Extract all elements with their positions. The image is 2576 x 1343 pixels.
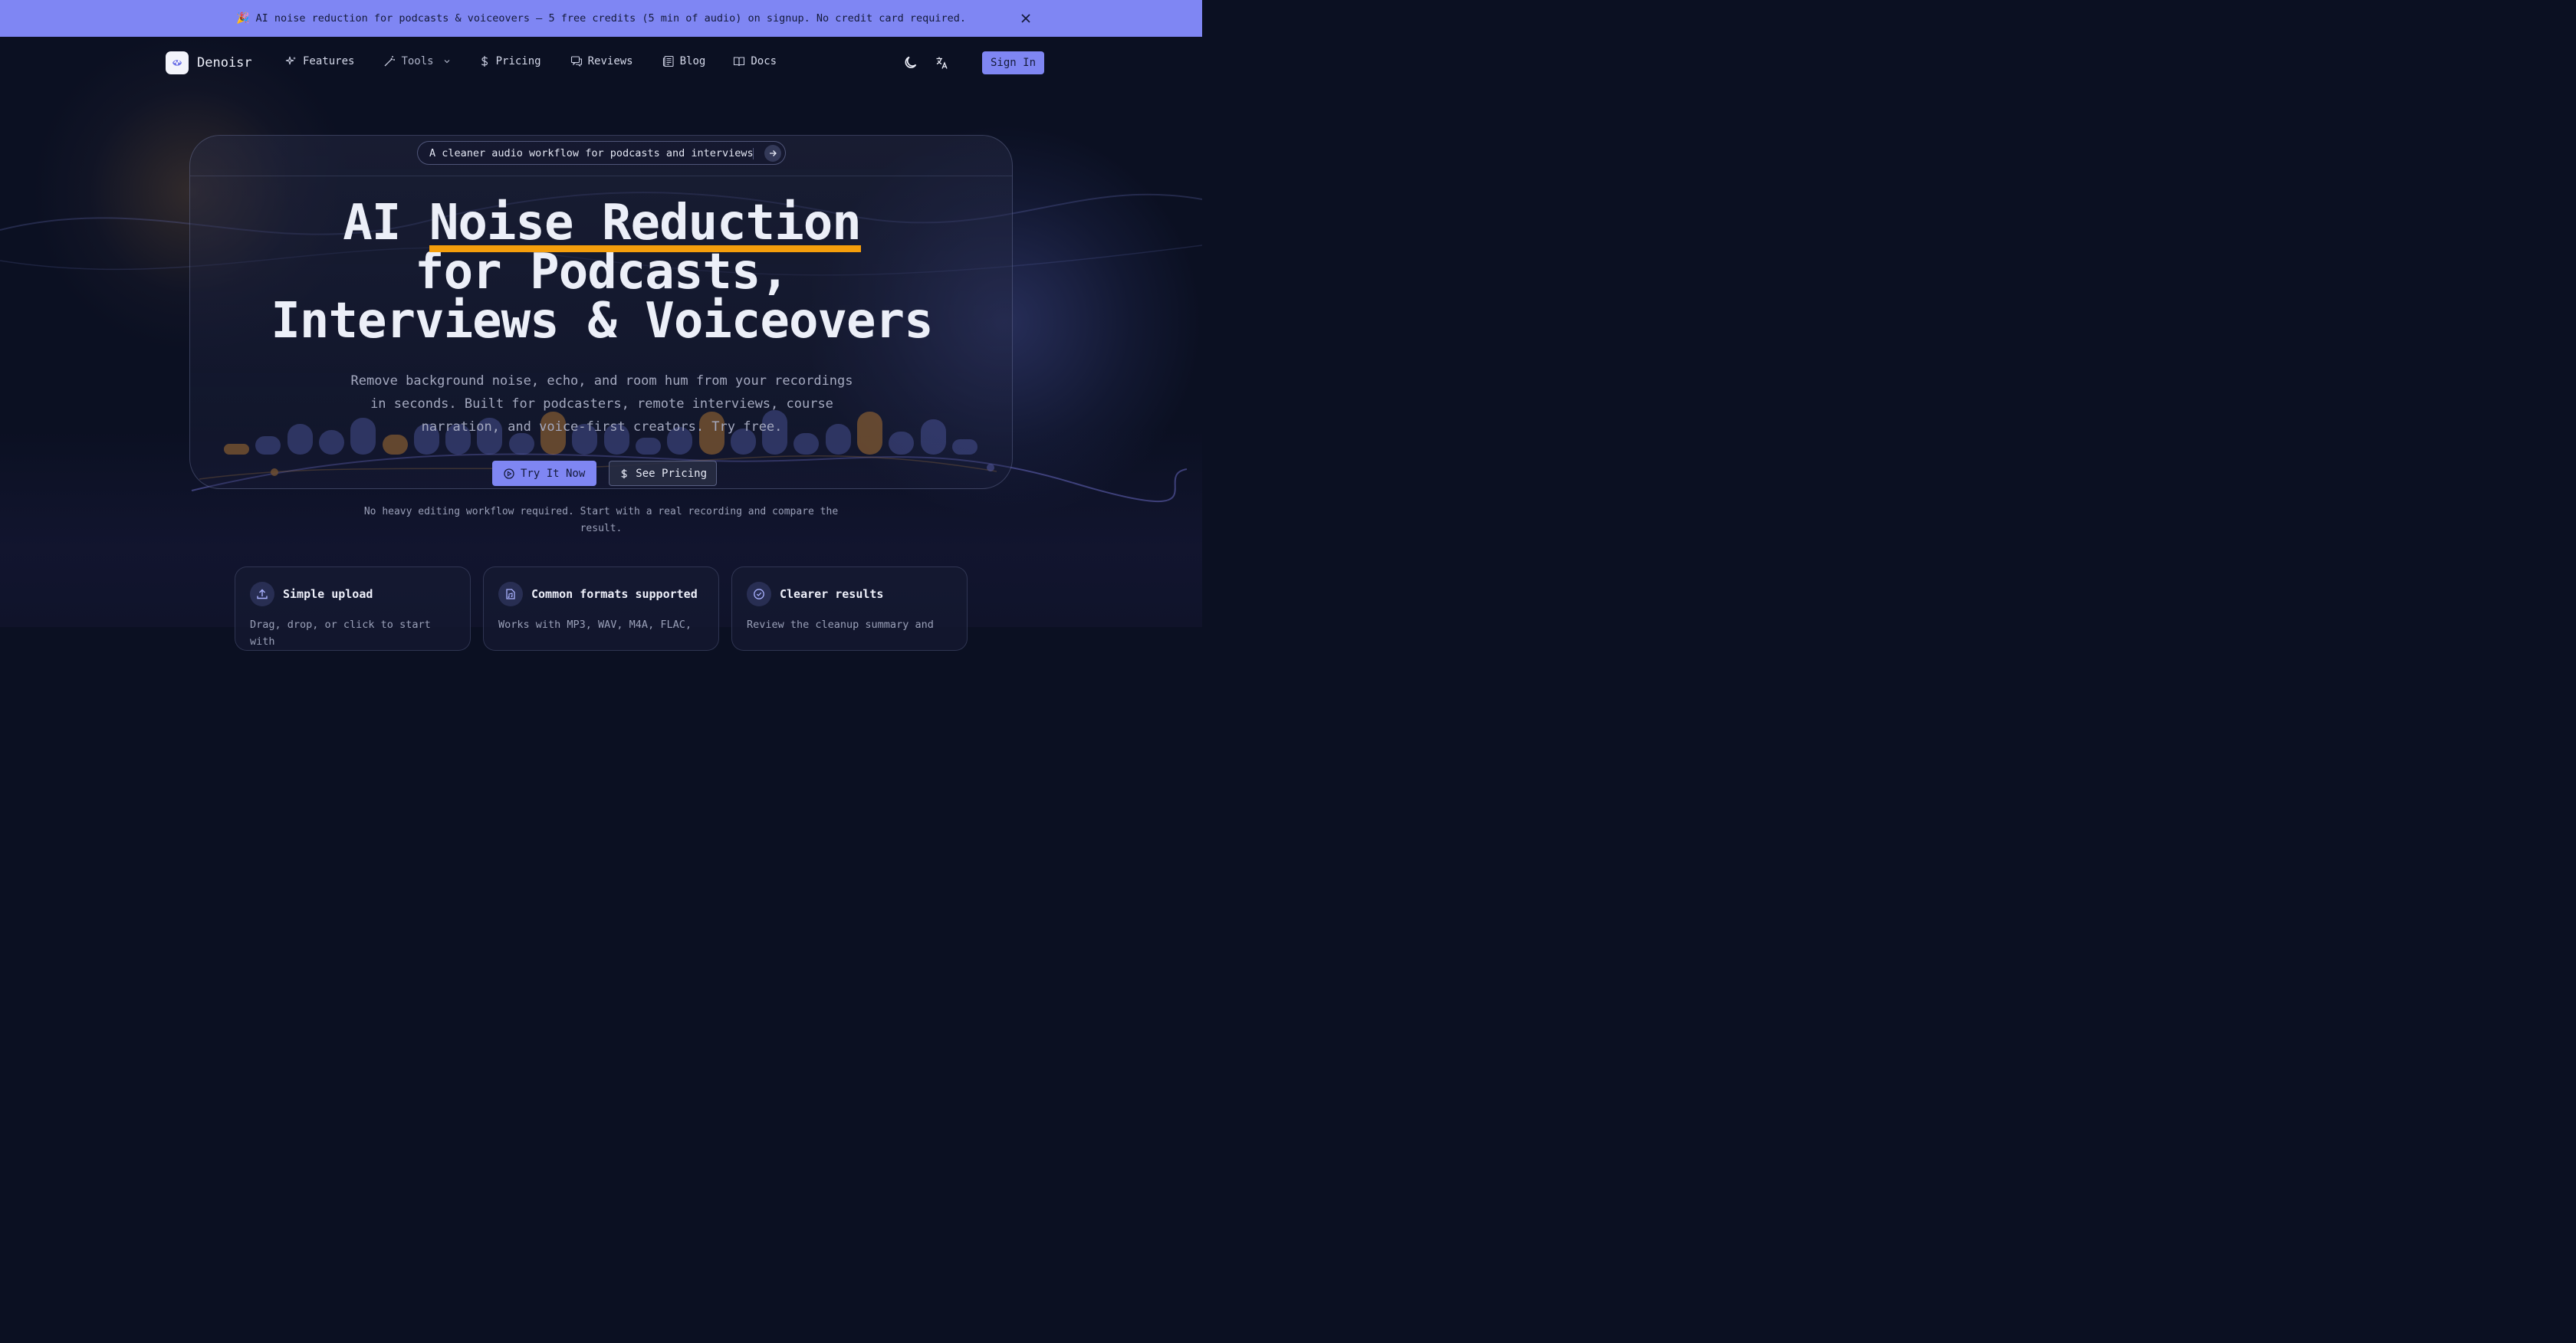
waveform-bar <box>951 439 978 455</box>
feature-title: Common formats supported <box>531 587 698 601</box>
try-it-now-button[interactable]: Try It Now <box>492 461 597 486</box>
nav-item-label: Pricing <box>495 55 541 67</box>
brand-link[interactable]: Denoisr <box>166 51 252 74</box>
headline-highlight: Noise Reduction <box>429 195 862 252</box>
nav-item-label: Reviews <box>587 55 633 67</box>
moon-icon <box>905 56 917 68</box>
nav-item-features[interactable]: Features <box>285 55 354 67</box>
feature-card-formats: Common formats supported Works with MP3,… <box>483 566 719 651</box>
newspaper-icon <box>662 55 674 67</box>
language-switcher[interactable] <box>933 54 951 72</box>
feature-title: Clearer results <box>780 587 884 601</box>
brand-logo-icon <box>166 51 189 74</box>
hero-headline: AI Noise Reduction for Podcasts, Intervi… <box>190 195 1012 346</box>
translate-icon <box>936 57 948 69</box>
feature-card-upload: Simple upload Drag, drop, or click to st… <box>235 566 471 651</box>
brand-name: Denoisr <box>197 55 252 71</box>
nav-item-label: Docs <box>751 55 777 67</box>
waveform-bar <box>287 424 313 455</box>
nav-links: Features Tools Pricing Reviews Blog Docs <box>285 55 777 67</box>
pill-divider <box>753 148 754 159</box>
hero-note: No heavy editing workflow required. Star… <box>363 506 839 534</box>
theme-toggle[interactable] <box>902 54 920 72</box>
headline-prefix: AI <box>343 195 429 251</box>
waveform-bar <box>224 444 249 455</box>
chat-icon <box>570 56 582 67</box>
waveform-bar <box>889 432 915 455</box>
waveform-bar <box>255 436 281 455</box>
nav-item-blog[interactable]: Blog <box>662 55 706 67</box>
feature-title: Simple upload <box>283 587 373 601</box>
hero-cta-row: Try It Now See Pricing <box>492 461 718 486</box>
check-circle-icon <box>747 582 771 606</box>
feature-cards: Simple upload Drag, drop, or click to st… <box>235 566 980 651</box>
sign-in-button[interactable]: Sign In <box>982 51 1045 74</box>
party-emoji-icon: 🎉 <box>236 12 250 25</box>
nav-item-pricing[interactable]: Pricing <box>478 55 541 67</box>
nav-item-reviews[interactable]: Reviews <box>570 55 633 67</box>
top-navigation: Denoisr Features Tools Pricing Reviews B… <box>0 37 1202 89</box>
hero-subtext: Remove background noise, echo, and room … <box>350 373 853 435</box>
close-icon[interactable] <box>1018 11 1033 26</box>
headline-line2: for Podcasts, <box>415 244 790 300</box>
feature-desc: Drag, drop, or click to start with <box>250 619 431 648</box>
wand-icon <box>384 56 396 67</box>
pill-text: A cleaner audio workflow for podcasts an… <box>429 146 754 159</box>
dollar-icon <box>481 56 488 67</box>
feature-desc: Review the cleanup summary and <box>747 619 934 631</box>
see-pricing-label: See Pricing <box>636 467 708 480</box>
try-it-now-label: Try It Now <box>521 467 586 480</box>
waveform-bar <box>857 412 882 455</box>
headline-line3: Interviews & Voiceovers <box>271 293 933 350</box>
announcement-banner: 🎉 AI noise reduction for podcasts & voic… <box>0 0 1202 37</box>
audio-file-icon <box>498 582 523 606</box>
book-icon <box>734 57 745 67</box>
waveform-bar <box>920 419 946 455</box>
see-pricing-button[interactable]: See Pricing <box>609 461 718 486</box>
sparkles-icon <box>285 56 296 65</box>
arrow-right-icon <box>764 145 781 162</box>
chevron-down-icon <box>444 60 450 64</box>
feature-desc: Works with MP3, WAV, M4A, FLAC, <box>498 619 692 631</box>
banner-text: AI noise reduction for podcasts & voiceo… <box>255 12 966 25</box>
upload-icon <box>250 582 274 606</box>
nav-item-label: Features <box>303 55 355 67</box>
hero-card: A cleaner audio workflow for podcasts an… <box>189 135 1013 489</box>
feature-card-results: Clearer results Review the cleanup summa… <box>731 566 968 651</box>
play-circle-icon <box>504 468 514 479</box>
waveform-bar <box>635 438 661 455</box>
dollar-icon <box>621 468 627 478</box>
hero-announcement-pill[interactable]: A cleaner audio workflow for podcasts an… <box>417 141 786 165</box>
nav-item-label: Blog <box>679 55 706 67</box>
nav-item-label: Tools <box>401 55 434 67</box>
nav-item-docs[interactable]: Docs <box>733 55 777 67</box>
waveform-bar <box>318 430 344 455</box>
nav-actions: Sign In <box>902 51 1045 74</box>
nav-item-tools[interactable]: Tools <box>383 55 450 67</box>
